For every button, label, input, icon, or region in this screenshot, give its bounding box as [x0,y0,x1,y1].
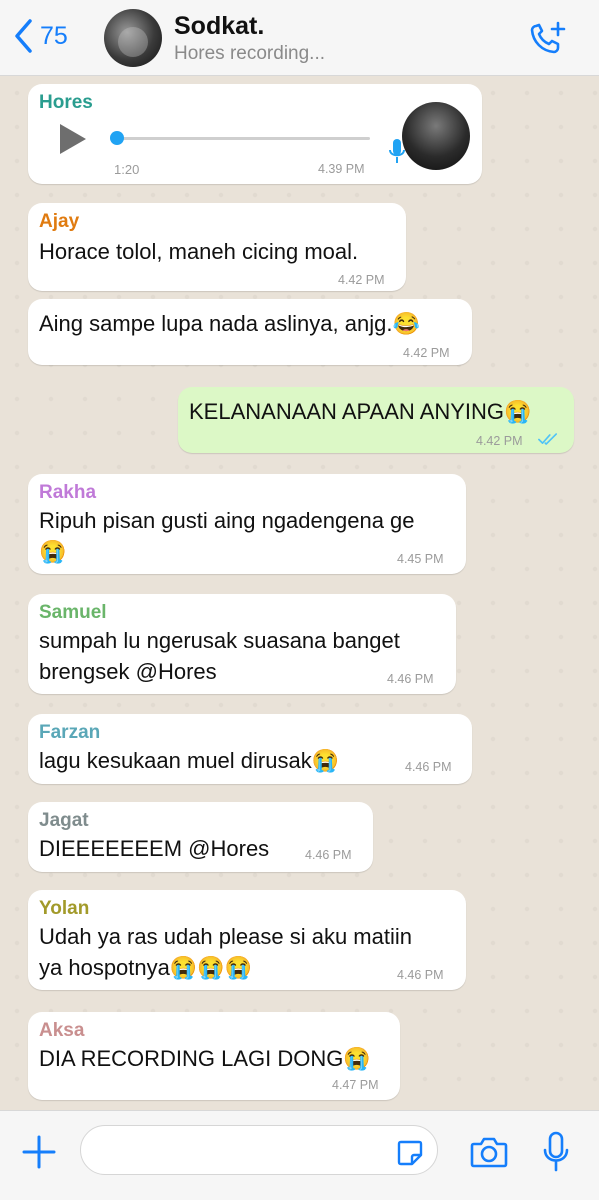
message-time: 4.42 PM [476,434,523,448]
play-icon[interactable] [60,124,86,154]
chat-status: Hores recording... [174,43,326,64]
message-time: 4.42 PM [403,346,450,360]
message-text: sumpah lu ngerusak suasana banget [39,628,400,653]
chat-title[interactable]: Sodkat. [174,12,264,41]
sender-name: Aksa [39,1020,85,1041]
message-list[interactable]: Hores 1:20 4.39 PM Ajay Horace tolol, ma… [0,76,599,1110]
message-text: DIEEEEEEEM @Hores [39,836,270,861]
group-avatar[interactable] [104,9,162,67]
sender-name: Samuel [39,602,107,623]
voice-progress-knob[interactable] [110,131,124,145]
message-text: lagu kesukaan muel dirusak😭 [39,748,340,773]
message-text: Horace tolol, maneh cicing moal. [39,239,359,264]
message-bubble[interactable]: Samuel sumpah lu ngerusak suasana banget… [28,594,456,694]
message-time: 4.46 PM [405,760,452,774]
message-text: DIA RECORDING LAGI DONG😭 [39,1046,371,1071]
message-bubble[interactable]: Yolan Udah ya ras udah please si aku mat… [28,890,466,990]
sender-name: Ajay [39,211,80,232]
voice-duration: 1:20 [114,162,140,177]
double-check-icon [538,433,557,445]
message-text: brengsek @Hores [39,659,217,684]
message-time: 4.46 PM [305,848,352,862]
chat-header: 75 Sodkat. Hores recording... [0,0,599,76]
sender-name: Yolan [39,898,90,919]
message-bubble[interactable]: Rakha Ripuh pisan gusti aing ngadengena … [28,474,466,574]
camera-icon[interactable] [470,1135,508,1169]
message-text: Udah ya ras udah please si aku matiin [39,924,412,949]
plus-icon[interactable] [20,1133,58,1171]
message-text: Ripuh pisan gusti aing ngadengena ge [39,508,415,533]
message-bubble[interactable]: Aing sampe lupa nada aslinya, anjg.😂 4.4… [28,299,472,365]
sticker-icon[interactable] [396,1139,424,1167]
message-text: KELANANAAN APAAN ANYING😭 [189,399,532,424]
message-bubble[interactable]: Ajay Horace tolol, maneh cicing moal. 4.… [28,203,406,291]
voice-progress-track[interactable] [116,137,370,140]
back-button[interactable]: 75 [12,18,68,54]
composer-bar [0,1110,599,1200]
message-bubble[interactable]: Jagat DIEEEEEEEM @Hores 4.46 PM [28,802,373,872]
message-input[interactable] [80,1125,438,1175]
call-add-icon[interactable] [528,20,568,56]
message-text: ya hospotnya😭😭😭 [39,955,253,980]
message-time: 4.42 PM [338,273,385,287]
message-time: 4.39 PM [318,162,365,176]
unread-count: 75 [40,21,68,50]
message-time: 4.46 PM [387,672,434,686]
sender-name: Farzan [39,722,101,743]
message-time: 4.47 PM [332,1078,379,1092]
sender-name: Rakha [39,482,97,503]
message-bubble[interactable]: Aksa DIA RECORDING LAGI DONG😭 4.47 PM [28,1012,400,1100]
chevron-left-icon [15,19,32,53]
sender-name: Hores [39,92,93,113]
message-bubble[interactable]: Farzan lagu kesukaan muel dirusak😭 4.46 … [28,714,472,784]
message-time: 4.45 PM [397,552,444,566]
outgoing-message[interactable]: KELANANAAN APAAN ANYING😭 4.42 PM [178,387,574,453]
message-time: 4.46 PM [397,968,444,982]
voice-message[interactable]: Hores 1:20 4.39 PM [28,84,482,184]
message-text: Aing sampe lupa nada aslinya, anjg.😂 [39,311,420,336]
sender-name: Jagat [39,810,89,831]
sender-avatar [402,102,470,170]
mic-icon[interactable] [542,1131,570,1173]
message-text: 😭 [39,539,67,564]
